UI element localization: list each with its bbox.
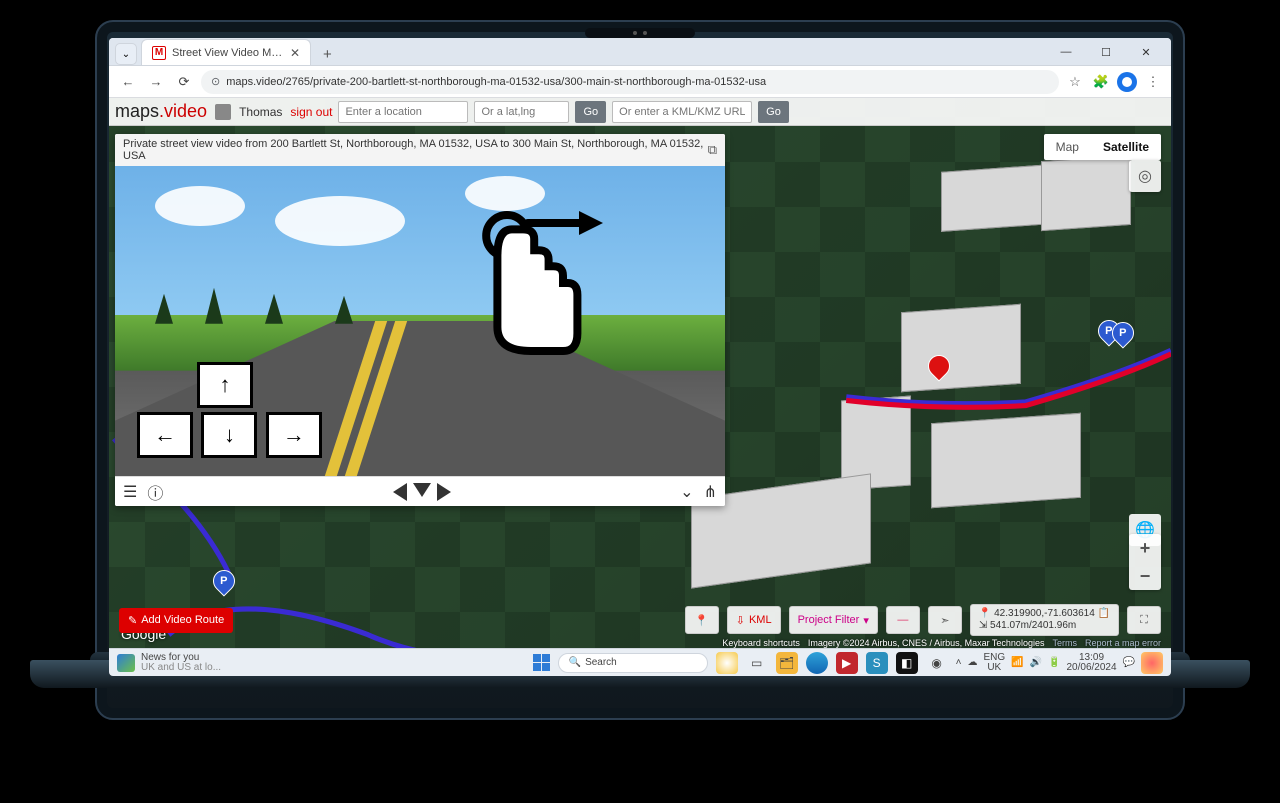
sv-forward-button[interactable]: ↑ <box>197 362 253 408</box>
fullscreen-button[interactable]: ⛶ <box>1127 606 1161 634</box>
window-maximize-button[interactable]: ☐ <box>1087 39 1125 65</box>
edge-icon[interactable] <box>806 652 828 674</box>
app-icon[interactable]: S <box>866 652 888 674</box>
app-icon[interactable]: ▶ <box>836 652 858 674</box>
cloud-icon[interactable]: ☁ <box>967 657 977 668</box>
keyboard-shortcuts-link[interactable]: Keyboard shortcuts <box>722 638 800 648</box>
bookmark-icon[interactable]: ☆ <box>1065 72 1085 92</box>
nav-back-icon[interactable]: ← <box>117 71 139 93</box>
kml-url-input[interactable] <box>612 101 752 123</box>
location-input[interactable] <box>338 101 468 123</box>
news-icon <box>117 654 135 672</box>
url-text: maps.video/2765/private-200-bartlett-st-… <box>226 76 766 88</box>
down-frame-icon[interactable] <box>413 483 431 497</box>
sv-right-button[interactable]: → <box>266 412 322 458</box>
next-frame-icon[interactable] <box>437 483 451 501</box>
clock-time: 13:09 <box>1066 653 1116 663</box>
download-icon: ⇩ <box>736 614 745 627</box>
zoom-in-button[interactable]: + <box>1129 534 1161 562</box>
map-marker-red[interactable] <box>928 355 950 383</box>
nav-forward-icon[interactable]: → <box>145 71 167 93</box>
terms-link[interactable]: Terms <box>1052 638 1077 648</box>
wifi-icon[interactable]: 📶 <box>1011 657 1023 668</box>
explorer-icon[interactable]: 🗂 <box>776 652 798 674</box>
add-video-route-button[interactable]: ✎ Add Video Route <box>119 608 233 633</box>
window-minimize-button[interactable]: — <box>1047 39 1085 65</box>
my-location-icon[interactable]: ◎ <box>1129 160 1161 192</box>
latlng-input[interactable] <box>474 101 569 123</box>
zoom-out-button[interactable]: − <box>1129 562 1161 590</box>
extensions-icon[interactable]: 🧩 <box>1091 72 1111 92</box>
tray-app-icon[interactable] <box>1141 652 1163 674</box>
app-icon[interactable]: ◧ <box>896 652 918 674</box>
tab-title: Street View Video Map - maps... <box>172 47 284 59</box>
copilot-icon[interactable] <box>716 652 738 674</box>
favicon-icon: M <box>152 46 166 60</box>
marker-toggle-button[interactable]: 📍 <box>685 606 719 634</box>
browser-tab[interactable]: M Street View Video Map - maps... ✕ <box>141 39 311 65</box>
user-avatar-icon[interactable] <box>215 104 231 120</box>
kml-button[interactable]: ⇩ KML <box>727 606 781 634</box>
battery-icon[interactable]: 🔋 <box>1048 657 1060 668</box>
sv-back-button[interactable]: ↓ <box>201 412 257 458</box>
site-info-icon[interactable]: ⊙ <box>211 75 220 88</box>
news-widget[interactable]: News for you UK and US at lo... <box>117 653 221 673</box>
map-marker-p[interactable]: P <box>1112 322 1134 350</box>
tray-chevron-icon[interactable]: ˄ <box>956 657 962 668</box>
heading-button[interactable]: ➣ <box>928 606 962 634</box>
streetview-image[interactable]: ↑ ← ↓ → <box>115 166 725 476</box>
nav-reload-icon[interactable]: ⟳ <box>173 71 195 93</box>
browser-menu-icon[interactable]: ⋮ <box>1143 72 1163 92</box>
imagery-attribution: Imagery ©2024 Airbus, CNES / Airbus, Max… <box>808 638 1045 648</box>
share-icon[interactable]: ⋔ <box>704 482 717 502</box>
maptype-map-button[interactable]: Map <box>1044 134 1091 160</box>
swipe-hint-icon <box>451 176 611 366</box>
profile-avatar-icon[interactable] <box>1117 72 1137 92</box>
chrome-icon[interactable]: ◉ <box>926 652 948 674</box>
line-style-button[interactable]: — <box>886 606 920 634</box>
taskview-icon[interactable]: ▭ <box>746 652 768 674</box>
window-close-button[interactable]: ✕ <box>1127 39 1165 65</box>
sv-left-button[interactable]: ← <box>137 412 193 458</box>
search-icon: 🔍 <box>569 657 581 668</box>
caret-down-icon: ▾ <box>863 614 869 627</box>
report-error-link[interactable]: Report a map error <box>1085 638 1161 648</box>
taskbar-search[interactable]: 🔍 Search <box>558 653 708 673</box>
start-button[interactable] <box>533 654 550 671</box>
clock-date: 20/06/2024 <box>1066 663 1116 673</box>
new-tab-button[interactable]: + <box>317 44 338 65</box>
sign-out-link[interactable]: sign out <box>290 105 332 119</box>
user-name: Thomas <box>239 105 282 119</box>
chevron-down-icon[interactable]: ⌄ <box>680 482 693 502</box>
coordinates-display: 📍 42.319900,-71.603614 📋 ⇲ 541.07m/2401.… <box>970 604 1119 636</box>
prev-frame-icon[interactable] <box>393 483 407 501</box>
popout-icon[interactable]: ⧉ <box>708 142 717 158</box>
info-icon[interactable]: ⓘ <box>147 480 163 504</box>
notifications-icon[interactable]: 💬 <box>1123 657 1135 668</box>
map-marker-p[interactable]: P <box>213 570 235 598</box>
project-filter-button[interactable]: Project Filter ▾ <box>789 606 878 634</box>
go-location-button[interactable]: Go <box>575 101 606 123</box>
pencil-icon: ✎ <box>128 614 137 627</box>
brand-logo[interactable]: maps.video <box>115 101 207 122</box>
maptype-satellite-button[interactable]: Satellite <box>1091 134 1161 160</box>
volume-icon[interactable]: 🔊 <box>1030 657 1042 668</box>
route-title: Private street view video from 200 Bartl… <box>123 138 708 162</box>
tab-close-icon[interactable]: ✕ <box>290 46 300 60</box>
tab-dropdown[interactable]: ⌄ <box>115 43 137 65</box>
address-bar[interactable]: ⊙ maps.video/2765/private-200-bartlett-s… <box>201 70 1059 94</box>
go-kml-button[interactable]: Go <box>758 101 789 123</box>
menu-icon[interactable]: ☰ <box>123 482 137 502</box>
